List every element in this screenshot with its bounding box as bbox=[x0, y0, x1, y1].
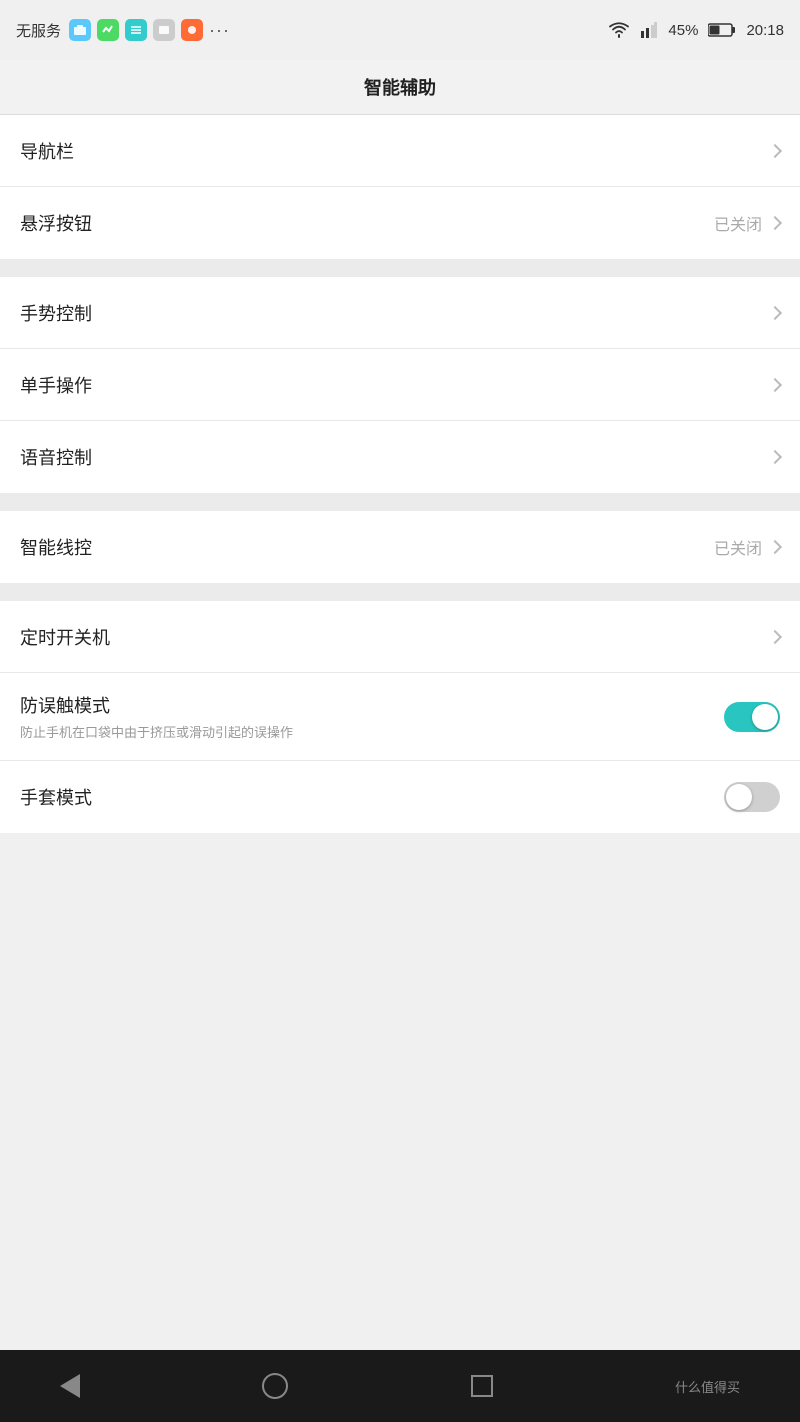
nav-bar-label: 导航栏 bbox=[20, 138, 74, 164]
logo-text: 什么值得买 bbox=[675, 1377, 740, 1396]
glove-mode-toggle[interactable] bbox=[724, 782, 780, 812]
status-bar: 无服务 ··· bbox=[0, 0, 800, 60]
logo-button[interactable]: 什么值得买 bbox=[675, 1377, 740, 1396]
more-dots: ··· bbox=[209, 20, 230, 41]
floating-btn-label: 悬浮按钮 bbox=[20, 210, 92, 236]
signal-icon bbox=[640, 21, 658, 39]
title-bar: 智能辅助 bbox=[0, 60, 800, 115]
back-button[interactable] bbox=[60, 1374, 80, 1398]
gesture-label: 手势控制 bbox=[20, 300, 92, 326]
battery-label: 45% bbox=[668, 22, 698, 39]
app-icon-5 bbox=[181, 19, 203, 41]
chevron-icon bbox=[768, 305, 782, 319]
chevron-icon bbox=[768, 377, 782, 391]
status-left: 无服务 ··· bbox=[16, 19, 230, 41]
toggle-knob bbox=[752, 704, 778, 730]
home-button[interactable] bbox=[262, 1373, 288, 1399]
divider-3 bbox=[0, 583, 800, 601]
page-title: 智能辅助 bbox=[364, 78, 436, 98]
time-label: 20:18 bbox=[746, 22, 784, 39]
app-icons: ··· bbox=[69, 19, 230, 41]
divider-1 bbox=[0, 259, 800, 277]
divider-2 bbox=[0, 493, 800, 511]
settings-item-smart-wire[interactable]: 智能线控 已关闭 bbox=[0, 511, 800, 583]
chevron-icon bbox=[768, 450, 782, 464]
floating-btn-status: 已关闭 bbox=[714, 211, 762, 235]
chevron-icon bbox=[768, 143, 782, 157]
chevron-icon bbox=[768, 629, 782, 643]
settings-container: 导航栏 悬浮按钮 已关闭 手势控制 bbox=[0, 115, 800, 833]
settings-item-glove-mode[interactable]: 手套模式 bbox=[0, 761, 800, 833]
app-icon-3 bbox=[125, 19, 147, 41]
recents-button[interactable] bbox=[471, 1375, 493, 1397]
app-icon-4 bbox=[153, 19, 175, 41]
settings-group-1: 导航栏 悬浮按钮 已关闭 bbox=[0, 115, 800, 259]
recents-icon bbox=[471, 1375, 493, 1397]
anti-mistouch-label: 防误触模式 bbox=[20, 692, 293, 718]
battery-icon bbox=[708, 22, 736, 38]
chevron-icon bbox=[768, 216, 782, 230]
settings-item-voice-control[interactable]: 语音控制 bbox=[0, 421, 800, 493]
app-icon-2 bbox=[97, 19, 119, 41]
glove-mode-label: 手套模式 bbox=[20, 784, 92, 810]
toggle-knob bbox=[726, 784, 752, 810]
carrier-label: 无服务 bbox=[16, 20, 61, 41]
scheduled-power-label: 定时开关机 bbox=[20, 624, 110, 650]
home-icon bbox=[262, 1373, 288, 1399]
anti-mistouch-desc: 防止手机在口袋中由于挤压或滑动引起的误操作 bbox=[20, 722, 293, 741]
settings-item-floating-button[interactable]: 悬浮按钮 已关闭 bbox=[0, 187, 800, 259]
settings-item-single-hand[interactable]: 单手操作 bbox=[0, 349, 800, 421]
settings-group-4: 定时开关机 防误触模式 防止手机在口袋中由于挤压或滑动引起的误操作 手套模式 bbox=[0, 601, 800, 833]
settings-item-anti-mistouch[interactable]: 防误触模式 防止手机在口袋中由于挤压或滑动引起的误操作 bbox=[0, 673, 800, 761]
smart-wire-label: 智能线控 bbox=[20, 534, 92, 560]
settings-item-navigation-bar[interactable]: 导航栏 bbox=[0, 115, 800, 187]
wifi-icon bbox=[608, 21, 630, 39]
settings-group-2: 手势控制 单手操作 语音控制 bbox=[0, 277, 800, 493]
settings-item-scheduled-power[interactable]: 定时开关机 bbox=[0, 601, 800, 673]
back-icon bbox=[60, 1374, 80, 1398]
status-right: 45% 20:18 bbox=[608, 21, 784, 39]
settings-item-gesture-control[interactable]: 手势控制 bbox=[0, 277, 800, 349]
bottom-nav: 什么值得买 bbox=[0, 1350, 800, 1422]
chevron-icon bbox=[768, 540, 782, 554]
anti-mistouch-toggle[interactable] bbox=[724, 702, 780, 732]
voice-control-label: 语音控制 bbox=[20, 444, 92, 470]
app-icon-1 bbox=[69, 19, 91, 41]
single-hand-label: 单手操作 bbox=[20, 372, 92, 398]
settings-group-3: 智能线控 已关闭 bbox=[0, 511, 800, 583]
smart-wire-status: 已关闭 bbox=[714, 535, 762, 559]
